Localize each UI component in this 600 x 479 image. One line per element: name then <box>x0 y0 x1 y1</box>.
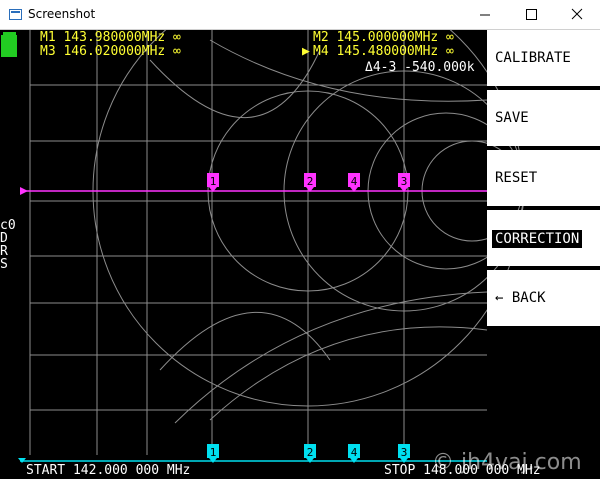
app-icon <box>9 9 22 20</box>
start-frequency: START 142.000 000 MHz <box>26 463 191 478</box>
minimize-icon <box>480 14 490 16</box>
menu-item-label: CORRECTION <box>492 230 583 248</box>
watermark: © jh4vaj.com <box>432 450 582 475</box>
marker-readout-m2: M2 145.000000MHz ∞ <box>313 30 454 45</box>
svg-text:2: 2 <box>307 175 314 188</box>
close-button[interactable] <box>554 0 600 29</box>
channel-label: S <box>0 257 8 272</box>
marker-readout-m3: M3 146.020000MHz ∞ <box>40 44 181 59</box>
svg-text:4: 4 <box>351 175 358 188</box>
maximize-button[interactable] <box>508 0 554 29</box>
menu-item-label: SAVE <box>495 110 529 126</box>
menu-back-button[interactable]: ← BACK <box>487 270 600 326</box>
trace-marker[interactable]: 3 <box>398 444 410 463</box>
marker-readout-m1: M1 143.980000MHz ∞ <box>40 30 181 45</box>
svg-text:1: 1 <box>210 175 217 188</box>
trace-marker[interactable]: 4 <box>348 173 360 192</box>
menu-item-label: ← BACK <box>495 290 546 306</box>
menu-save-button[interactable]: SAVE <box>487 90 600 146</box>
menu-reset-button[interactable]: RESET <box>487 150 600 206</box>
window-titlebar: Screenshot <box>0 0 600 30</box>
marker-readout-m4: M4 145.480000MHz ∞ <box>313 44 454 59</box>
analyzer-screen: 1 2 4 3 1 2 4 3 M1 143.980000MHz ∞ M3 14… <box>0 30 600 479</box>
channel-labels: c0 D R S <box>0 219 20 271</box>
trace-marker[interactable]: 2 <box>304 173 316 192</box>
svg-text:3: 3 <box>401 175 408 188</box>
window-title: Screenshot <box>28 7 96 21</box>
trace-marker[interactable]: 4 <box>348 444 360 463</box>
reference-marker-magenta <box>20 187 28 195</box>
menu-correction-button[interactable]: CORRECTION <box>487 210 600 266</box>
svg-text:2: 2 <box>307 446 314 459</box>
svg-text:3: 3 <box>401 446 408 459</box>
trace-marker[interactable]: 1 <box>207 173 219 192</box>
menu-item-label: CALIBRATE <box>495 50 571 66</box>
menu-item-label: RESET <box>495 170 538 186</box>
maximize-icon <box>526 9 537 20</box>
battery-icon <box>1 32 17 57</box>
trace-marker[interactable]: 1 <box>207 444 219 463</box>
svg-text:4: 4 <box>351 446 358 459</box>
minimize-button[interactable] <box>462 0 508 29</box>
close-icon <box>571 8 583 20</box>
trace-marker[interactable]: 2 <box>304 444 316 463</box>
menu-calibrate-button[interactable]: CALIBRATE <box>487 30 600 86</box>
delta-readout: Δ4-3 -540.000k <box>365 60 475 75</box>
svg-text:1: 1 <box>210 446 217 459</box>
graph-grid <box>29 30 487 455</box>
active-marker-icon: ▶ <box>302 44 310 59</box>
